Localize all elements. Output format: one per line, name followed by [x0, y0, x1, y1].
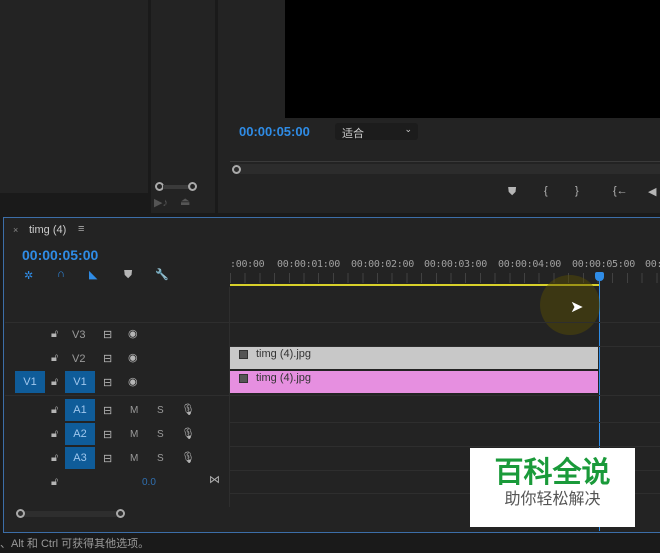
program-timecode[interactable]: 00:00:05:00 — [239, 124, 310, 139]
track-target-a1[interactable]: A1 — [65, 399, 95, 421]
watermark-subtitle: 助你轻松解决 — [504, 491, 601, 508]
sync-lock-icon[interactable]: ⊟ — [103, 428, 112, 441]
mute-button[interactable]: M — [130, 453, 138, 464]
video-preview — [285, 0, 660, 118]
track-label[interactable]: V2 — [72, 353, 85, 365]
zoom-scrollbar[interactable] — [163, 185, 191, 189]
insert-icon[interactable]: ▶♪ — [154, 196, 168, 209]
sequence-tab[interactable]: timg (4) — [29, 224, 66, 236]
project-panel — [0, 0, 148, 193]
mute-button[interactable]: M — [130, 405, 138, 416]
lock-icon[interactable]: 🔓︎ — [51, 404, 58, 417]
track-target-a3[interactable]: A3 — [65, 447, 95, 469]
watermark: 百科全说 助你轻松解决 — [470, 448, 635, 527]
scroll-handle-left[interactable] — [16, 509, 25, 518]
fit-select[interactable]: 适合 ⌄ — [335, 123, 418, 140]
add-marker-icon[interactable]: ⛊ — [124, 269, 132, 282]
eye-icon[interactable]: ◉ — [128, 375, 138, 388]
panel-menu-icon[interactable]: ≡ — [78, 223, 84, 235]
master-volume[interactable]: 0.0 — [142, 477, 156, 488]
ruler-label: 00:00:04:00 — [498, 259, 561, 270]
clip-v1[interactable]: timg (4).jpg — [230, 371, 598, 393]
chevron-down-icon: ⌄ — [404, 124, 412, 134]
sync-lock-icon[interactable]: ⊟ — [103, 404, 112, 417]
program-monitor: 00:00:05:00 适合 ⌄ ⛊ { } {← ◀ — [218, 0, 660, 213]
go-to-end-icon[interactable]: ⋈ — [209, 473, 220, 486]
status-bar: 、Alt 和 Ctrl 可获得其他选项。 — [0, 538, 150, 550]
ruler-label: 00:00:03:00 — [424, 259, 487, 270]
zoom-handle-right[interactable] — [188, 182, 197, 191]
ruler-label: 00:00:01:00 — [277, 259, 340, 270]
mark-out-icon[interactable]: } — [575, 185, 579, 197]
eye-icon[interactable]: ◉ — [128, 327, 138, 340]
source-patch-v1[interactable]: V1 — [15, 371, 45, 393]
close-tab-icon[interactable]: × — [13, 225, 18, 235]
mouse-cursor-icon: ➤ — [570, 299, 584, 316]
mark-in-icon[interactable]: { — [544, 185, 548, 197]
program-zoom-handle[interactable] — [232, 165, 241, 174]
mute-button[interactable]: M — [130, 429, 138, 440]
image-clip-icon — [239, 374, 248, 383]
solo-button[interactable]: S — [157, 453, 164, 464]
clip-name: timg (4).jpg — [256, 372, 312, 384]
track-label[interactable]: V3 — [72, 329, 85, 341]
track-target-v1[interactable]: V1 — [65, 371, 95, 393]
lock-icon[interactable]: 🔓︎ — [51, 352, 58, 365]
ruler-label: :00:00 — [230, 259, 265, 270]
track-target-a2[interactable]: A2 — [65, 423, 95, 445]
solo-button[interactable]: S — [157, 429, 164, 440]
linked-selection-icon[interactable]: ◣ — [89, 268, 97, 281]
microphone-icon[interactable]: 🎙︎ — [181, 427, 195, 440]
ruler-label: 00:00:02:00 — [351, 259, 414, 270]
step-back-icon[interactable]: ◀ — [648, 185, 656, 198]
source-panel: ▶♪ ⏏ — [151, 0, 215, 213]
playhead-handle[interactable] — [595, 272, 604, 281]
export-icon[interactable]: ⏏ — [180, 195, 190, 208]
timeline-scrollbar[interactable] — [18, 511, 122, 517]
go-to-in-icon[interactable]: {← — [613, 185, 628, 197]
timeline-timecode[interactable]: 00:00:05:00 — [22, 247, 98, 263]
lock-icon[interactable]: 🔓︎ — [51, 328, 58, 341]
sync-lock-icon[interactable]: ⊟ — [103, 452, 112, 465]
clip-v2[interactable]: timg (4).jpg — [230, 347, 598, 369]
clip-name: timg (4).jpg — [256, 348, 312, 360]
divider — [5, 322, 660, 323]
program-scrollbar[interactable] — [234, 164, 660, 174]
lock-icon[interactable]: 🔓︎ — [51, 376, 58, 389]
divider — [5, 395, 660, 396]
wrench-icon[interactable]: 🔧 — [155, 268, 169, 281]
watermark-title: 百科全说 — [494, 457, 611, 489]
snap-icon[interactable]: ∩ — [57, 268, 65, 280]
ruler-label: 00: — [645, 259, 660, 270]
sync-lock-icon[interactable]: ⊟ — [103, 352, 112, 365]
header-divider — [229, 287, 230, 507]
sync-lock-icon[interactable]: ⊟ — [103, 328, 112, 341]
fit-select-value: 适合 — [342, 128, 364, 140]
divider — [230, 446, 660, 447]
sync-lock-icon[interactable]: ⊟ — [103, 376, 112, 389]
marker-icon[interactable]: ⛊ — [508, 186, 516, 199]
image-clip-icon — [239, 350, 248, 359]
lock-icon[interactable]: 🔓︎ — [51, 428, 58, 441]
divider — [230, 422, 660, 423]
nest-icon[interactable]: ✲ — [24, 269, 33, 282]
microphone-icon[interactable]: 🎙︎ — [181, 403, 195, 416]
eye-icon[interactable]: ◉ — [128, 351, 138, 364]
microphone-icon[interactable]: 🎙︎ — [181, 451, 195, 464]
work-area-bar[interactable] — [230, 284, 599, 286]
ruler-label: 00:00:05:00 — [572, 259, 635, 270]
program-ruler — [230, 152, 660, 162]
lock-icon[interactable]: 🔓︎ — [51, 476, 58, 489]
lock-icon[interactable]: 🔓︎ — [51, 452, 58, 465]
solo-button[interactable]: S — [157, 405, 164, 416]
scroll-handle-right[interactable] — [116, 509, 125, 518]
